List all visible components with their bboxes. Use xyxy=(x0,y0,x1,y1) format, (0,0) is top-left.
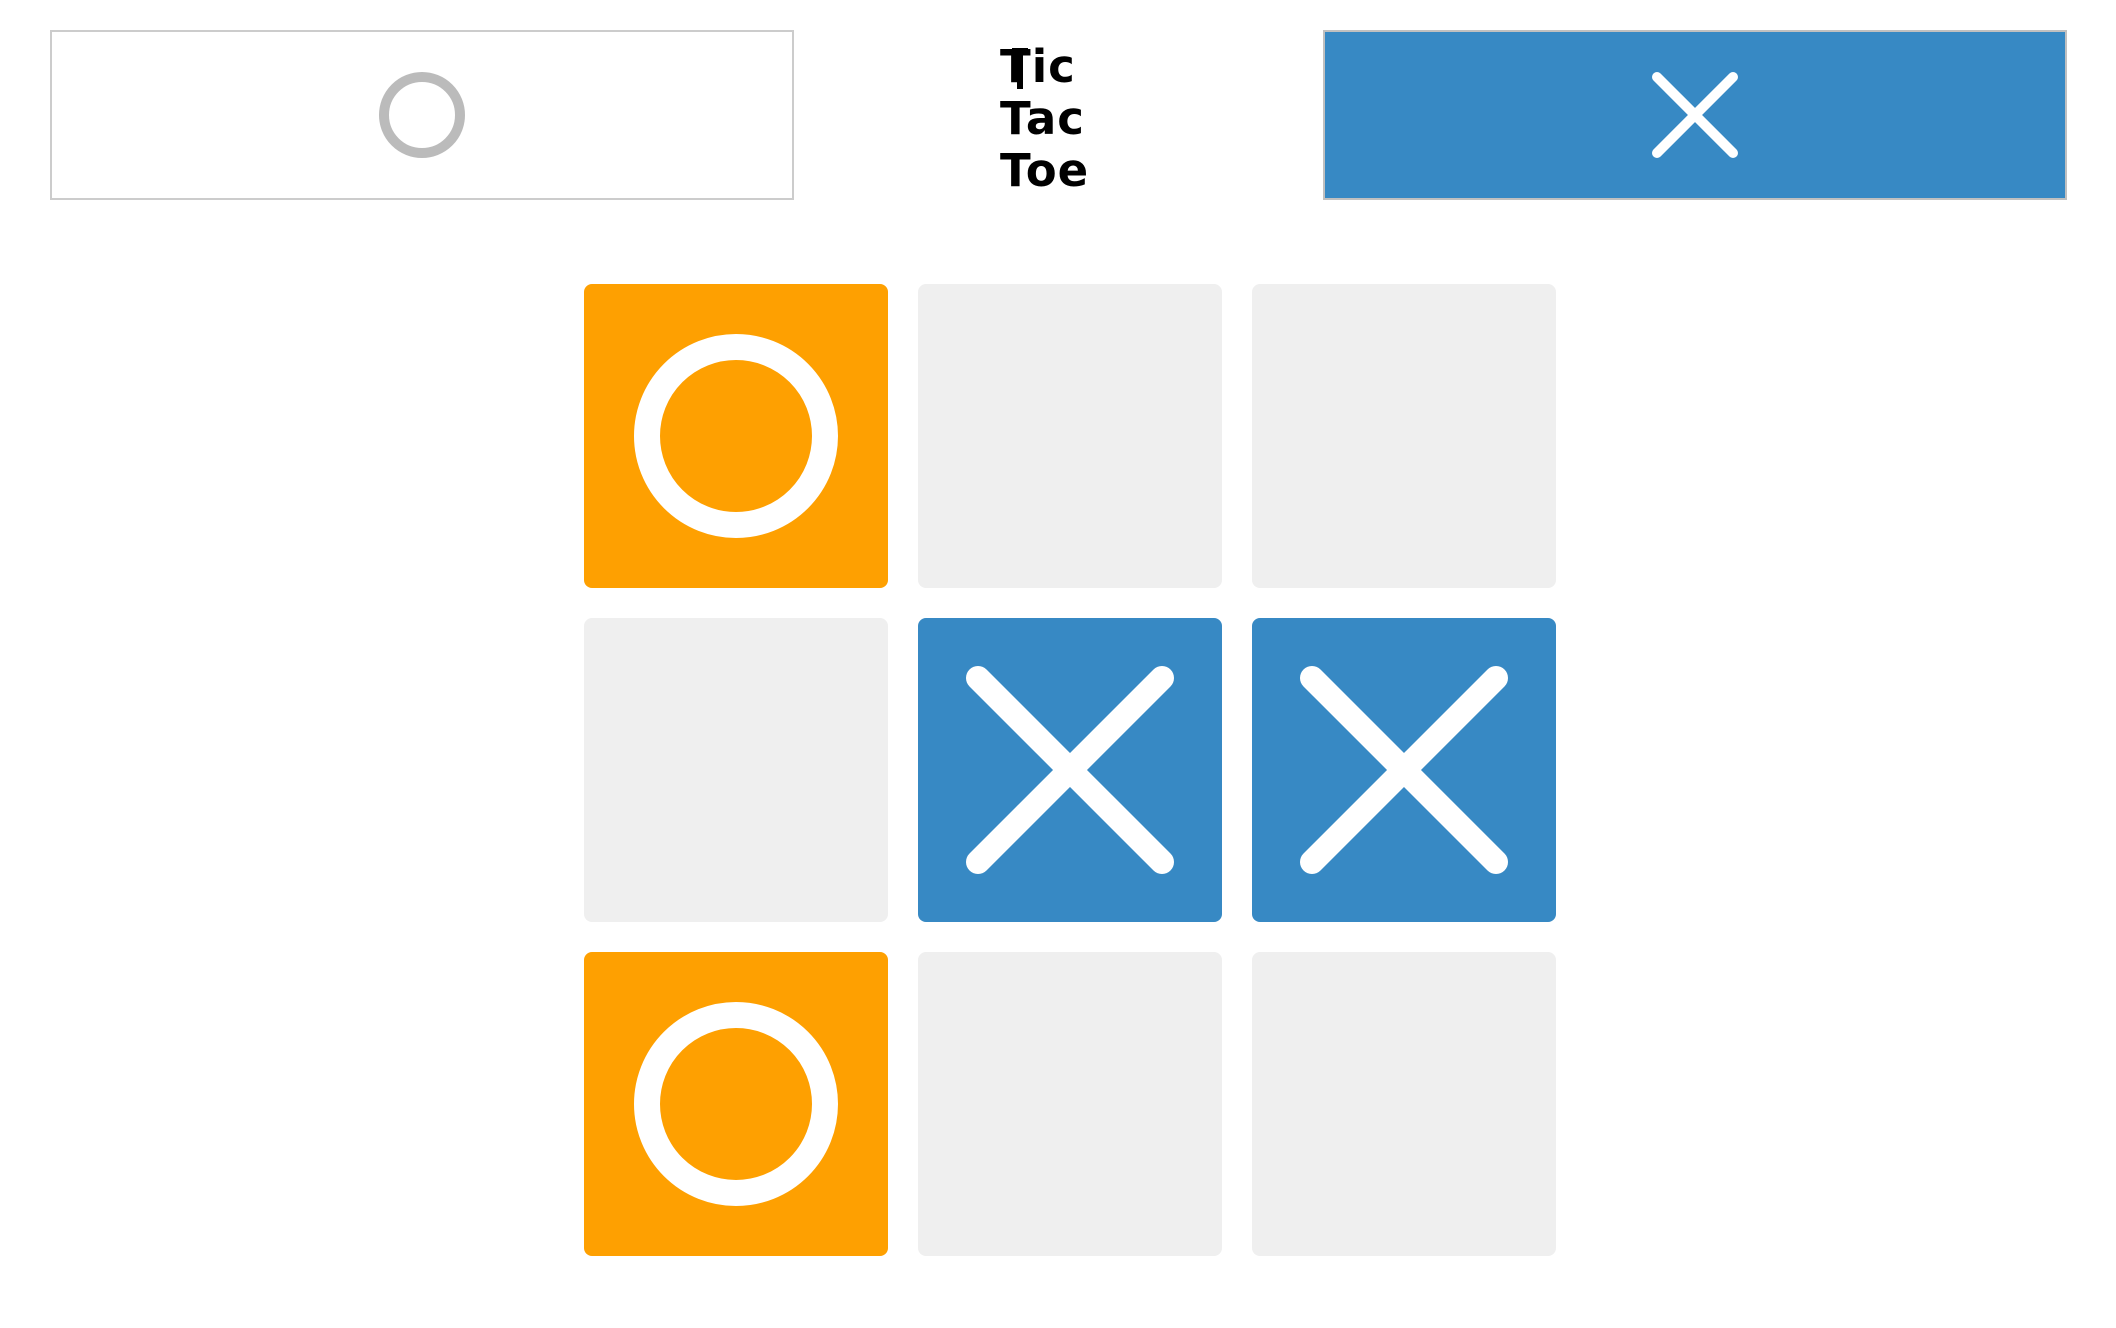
board-cell-r3-c3[interactable] xyxy=(1252,952,1556,1256)
o-mark-icon xyxy=(634,1002,838,1206)
board-cell-r1-c1[interactable] xyxy=(584,284,888,588)
board-cell-r2-c1[interactable] xyxy=(584,618,888,922)
player-x-panel[interactable] xyxy=(1323,30,2067,200)
board-cell-r2-c2[interactable] xyxy=(918,618,1222,922)
x-icon xyxy=(1652,72,1738,158)
player-o-panel[interactable] xyxy=(50,30,794,200)
board-cell-r2-c3[interactable] xyxy=(1252,618,1556,922)
o-icon xyxy=(379,72,465,158)
board-cell-r3-c1[interactable] xyxy=(584,952,888,1256)
board-cell-r1-c3[interactable] xyxy=(1252,284,1556,588)
x-mark-icon xyxy=(966,666,1174,874)
o-mark-icon xyxy=(634,334,838,538)
board-cell-r1-c2[interactable] xyxy=(918,284,1222,588)
board-cell-r3-c2[interactable] xyxy=(918,952,1222,1256)
game-logo: Tic Tac Toe xyxy=(1000,40,1090,197)
x-mark-icon xyxy=(1300,666,1508,874)
